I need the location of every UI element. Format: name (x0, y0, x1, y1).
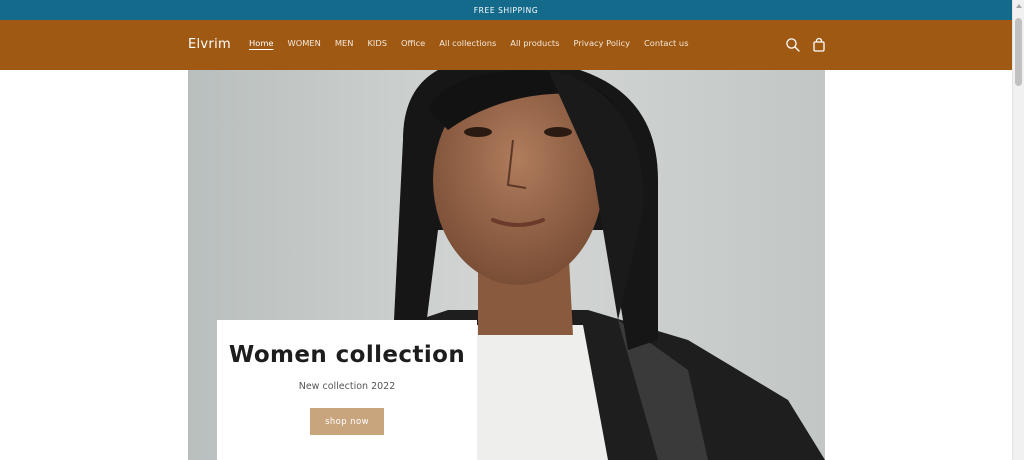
nav-home[interactable]: Home (249, 38, 274, 48)
nav-all-products[interactable]: All products (510, 38, 559, 48)
nav-contact-us[interactable]: Contact us (644, 38, 689, 48)
scroll-thumb[interactable] (1015, 18, 1022, 86)
search-icon[interactable] (785, 37, 801, 53)
site-logo[interactable]: Elvrim (188, 37, 231, 52)
site-header: Elvrim Home WOMEN MEN KIDS Office All co… (0, 20, 1012, 70)
cart-icon[interactable] (811, 37, 827, 53)
announcement-bar: FREE SHIPPING (0, 0, 1012, 20)
nav-men[interactable]: MEN (335, 38, 354, 48)
nav-all-collections[interactable]: All collections (439, 38, 496, 48)
nav-office[interactable]: Office (401, 38, 425, 48)
nav-women[interactable]: WOMEN (288, 38, 321, 48)
shop-now-button[interactable]: shop now (310, 408, 384, 435)
page-scrollbar[interactable] (1012, 0, 1024, 460)
hero-subtitle: New collection 2022 (298, 381, 396, 392)
scroll-up-arrow-icon[interactable] (1016, 4, 1022, 8)
main-nav: Home WOMEN MEN KIDS Office All collectio… (249, 38, 689, 48)
announcement-text: FREE SHIPPING (473, 5, 539, 15)
nav-kids[interactable]: KIDS (367, 38, 387, 48)
hero-content-card: Women collection New collection 2022 sho… (217, 320, 477, 460)
hero-title: Women collection (228, 342, 466, 368)
nav-privacy-policy[interactable]: Privacy Policy (573, 38, 630, 48)
